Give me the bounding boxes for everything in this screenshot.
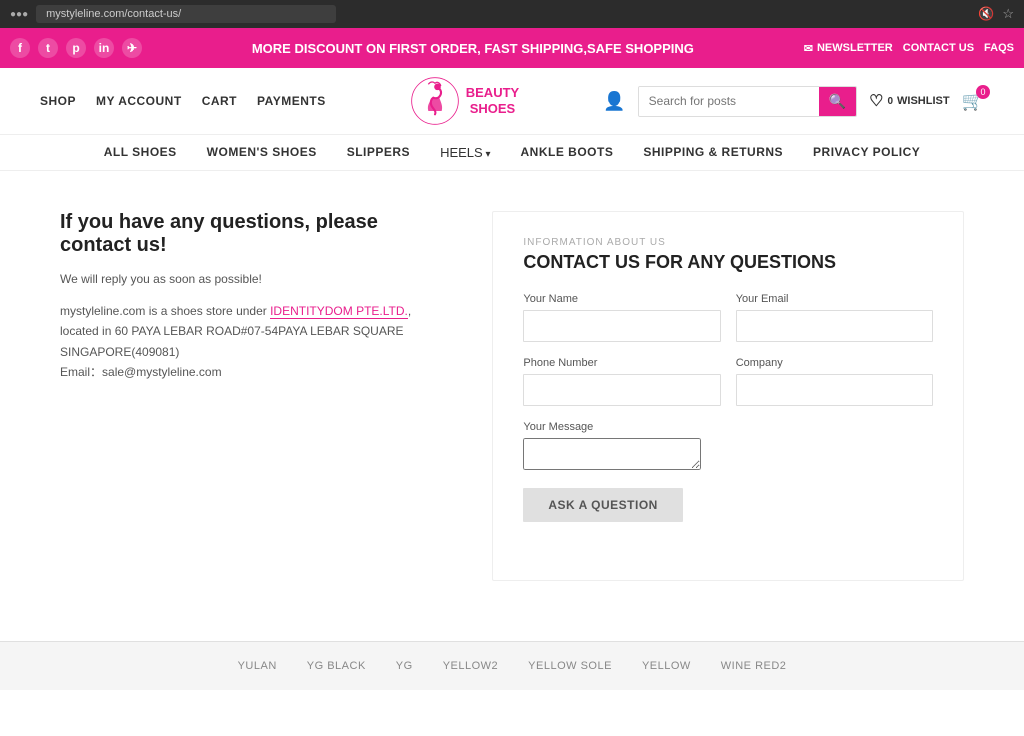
tag-yellow2[interactable]: YELLOW2 — [443, 660, 498, 672]
nav-womens-shoes[interactable]: WOMEN'S SHOES — [207, 145, 317, 160]
company-field-group: Company — [736, 357, 933, 406]
page-content: If you have any questions, please contac… — [0, 171, 1024, 621]
search-button[interactable]: 🔍 — [819, 87, 856, 116]
cart-badge: 0 — [976, 85, 990, 99]
twitter-icon[interactable]: t — [38, 38, 58, 58]
form-row-1: Your Name Your Email — [523, 293, 933, 342]
footer-tags: YULAN YG BLACK YG YELLOW2 YELLOW SOLE YE… — [0, 641, 1024, 690]
browser-bar: ●●● mystyleline.com/contact-us/ 🔇 ☆ — [0, 0, 1024, 28]
heart-icon: ♡ — [869, 91, 883, 111]
name-field-group: Your Name — [523, 293, 720, 342]
shop-link[interactable]: SHOP — [40, 94, 76, 108]
promo-bar: f t p in ✈ MORE DISCOUNT ON FIRST ORDER,… — [0, 28, 1024, 68]
nav-shipping[interactable]: SHIPPING & RETURNS — [643, 145, 783, 160]
form-title: CONTACT US FOR ANY QUESTIONS — [523, 252, 933, 273]
header-nav: SHOP MY ACCOUNT CART PAYMENTS — [40, 94, 326, 108]
header-right: 👤 🔍 ♡ 0 WISHLIST 🛒 0 — [603, 86, 984, 117]
message-textarea[interactable] — [523, 438, 701, 470]
form-row-2: Phone Number Company — [523, 357, 933, 406]
url-bar[interactable]: mystyleline.com/contact-us/ — [36, 5, 336, 23]
company-label: Company — [736, 357, 933, 369]
tag-yellow-sole[interactable]: YELLOW SOLE — [528, 660, 612, 672]
user-icon[interactable]: 👤 — [603, 91, 625, 112]
company-name: IDENTITYDOM PTE.LTD. — [270, 304, 408, 319]
phone-label: Phone Number — [523, 357, 720, 369]
header: SHOP MY ACCOUNT CART PAYMENTS BEAUTY SHO… — [0, 68, 1024, 135]
tag-yg[interactable]: YG — [396, 660, 413, 672]
promo-text: MORE DISCOUNT ON FIRST ORDER, FAST SHIPP… — [142, 41, 804, 56]
social-icons: f t p in ✈ — [10, 38, 142, 58]
contact-subtext: We will reply you as soon as possible! — [60, 272, 432, 286]
phone-input[interactable] — [523, 374, 720, 406]
tag-yg-black[interactable]: YG BLACK — [307, 660, 366, 672]
search-box: 🔍 — [638, 86, 857, 117]
message-label: Your Message — [523, 421, 933, 433]
faqs-link[interactable]: FAQS — [984, 42, 1014, 54]
message-field-group: Your Message — [523, 421, 933, 473]
ask-question-button[interactable]: ASK A QUESTION — [523, 488, 682, 522]
nav-privacy[interactable]: PRIVACY POLICY — [813, 145, 920, 160]
main-nav: ALL SHOES WOMEN'S SHOES SLIPPERS HEELS A… — [0, 135, 1024, 171]
email-field-group: Your Email — [736, 293, 933, 342]
contact-left: If you have any questions, please contac… — [60, 211, 452, 581]
payments-link[interactable]: PAYMENTS — [257, 94, 326, 108]
contact-form: INFORMATION ABOUT US CONTACT US FOR ANY … — [492, 211, 964, 581]
email-label: Email： — [60, 365, 102, 379]
top-right-links: ✉ NEWSLETTER CONTACT US FAQS — [804, 42, 1014, 55]
logo-text: BEAUTY SHOES — [466, 85, 519, 116]
browser-icons: 🔇 ☆ — [978, 6, 1014, 22]
tag-wine-red2[interactable]: WINE RED2 — [721, 660, 787, 672]
star-icon[interactable]: ☆ — [1002, 6, 1014, 22]
contact-description: mystyleline.com is a shoes store under I… — [60, 301, 432, 383]
envelope-icon: ✉ — [804, 42, 813, 55]
form-info-label: INFORMATION ABOUT US — [523, 237, 933, 248]
newsletter-link[interactable]: ✉ NEWSLETTER — [804, 42, 893, 55]
tag-yulan[interactable]: YULAN — [238, 660, 277, 672]
mute-icon[interactable]: 🔇 — [978, 6, 994, 22]
search-input[interactable] — [639, 87, 819, 116]
pinterest-icon[interactable]: p — [66, 38, 86, 58]
cart-button[interactable]: 🛒 0 — [962, 91, 984, 112]
tag-yellow[interactable]: YELLOW — [642, 660, 691, 672]
email-label: Your Email — [736, 293, 933, 305]
nav-ankle-boots[interactable]: ANKLE BOOTS — [521, 145, 614, 160]
nav-slippers[interactable]: SLIPPERS — [347, 145, 410, 160]
telegram-icon[interactable]: ✈ — [122, 38, 142, 58]
nav-all-shoes[interactable]: ALL SHOES — [104, 145, 177, 160]
cart-link[interactable]: CART — [202, 94, 237, 108]
phone-field-group: Phone Number — [523, 357, 720, 406]
contact-heading: If you have any questions, please contac… — [60, 211, 432, 257]
name-label: Your Name — [523, 293, 720, 305]
my-account-link[interactable]: MY ACCOUNT — [96, 94, 182, 108]
facebook-icon[interactable]: f — [10, 38, 30, 58]
logo-svg — [410, 76, 460, 126]
linkedin-icon[interactable]: in — [94, 38, 114, 58]
wishlist-button[interactable]: ♡ 0 WISHLIST — [869, 91, 949, 111]
logo[interactable]: BEAUTY SHOES — [410, 76, 519, 126]
company-input[interactable] — [736, 374, 933, 406]
email-input[interactable] — [736, 310, 933, 342]
nav-heels[interactable]: HEELS — [440, 145, 490, 160]
name-input[interactable] — [523, 310, 720, 342]
contact-top-link[interactable]: CONTACT US — [903, 42, 974, 54]
email-link[interactable]: sale@mystyleline.com — [102, 365, 222, 379]
description-prefix: mystyleline.com is a shoes store under — [60, 304, 270, 318]
